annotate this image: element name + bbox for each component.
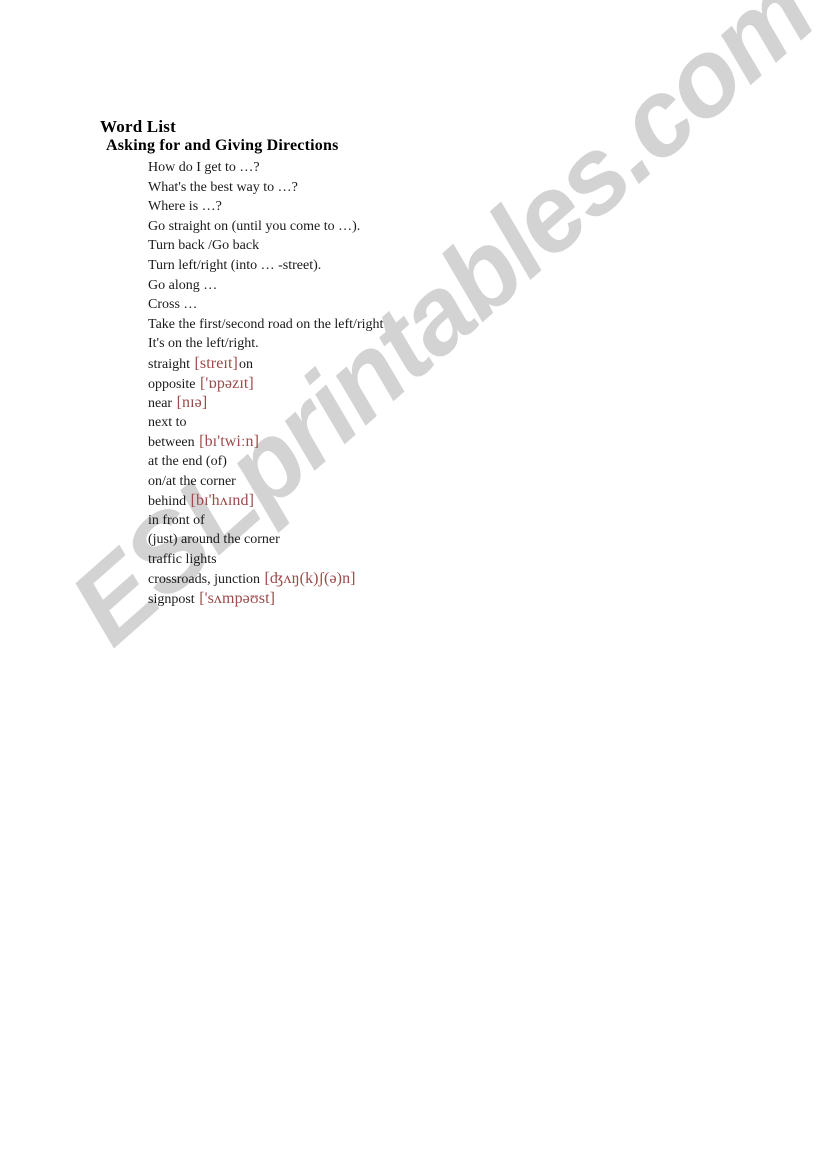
word-list-item-text: Turn left/right (into … -street). <box>148 257 322 273</box>
word-list-item: Take the first/second road on the left/r… <box>148 315 748 335</box>
phonetic-transcription: [streɪt] <box>194 354 238 372</box>
word-list-item-text: near <box>148 396 176 412</box>
phonetic-transcription: [nɪə] <box>176 394 208 412</box>
word-list-item: crossroads, junction [ʤʌŋ(k)ʃ(ə)n] <box>148 569 748 589</box>
word-list-item-text: next to <box>148 414 187 430</box>
word-list-item-text: Go straight on (until you come to …). <box>148 218 361 234</box>
word-list-item: at the end (of) <box>148 452 748 472</box>
word-list-item-text: Take the first/second road on the left/r… <box>148 316 384 332</box>
word-list-item-text: Cross … <box>148 297 198 313</box>
word-list-item-text: It's on the left/right. <box>148 336 259 352</box>
word-list-item: behind [bɪ'hʌɪnd] <box>148 491 748 511</box>
phonetic-transcription: [ʤʌŋ(k)ʃ(ə)n] <box>264 570 356 588</box>
phonetic-transcription: [bɪ'twiːn] <box>199 433 260 451</box>
phonetic-transcription: ['sʌmpəʊst] <box>199 590 276 608</box>
word-list-item-text: Go along … <box>148 277 218 293</box>
phonetic-transcription: [bɪ'hʌɪnd] <box>190 492 255 510</box>
word-list-item: near [nɪə] <box>148 393 748 413</box>
word-list-item: next to <box>148 413 748 433</box>
word-list-item-text: crossroads, junction <box>148 572 264 588</box>
phonetic-transcription: ['ɒpəzɪt] <box>199 374 254 392</box>
page-title: Word List <box>100 117 176 136</box>
word-list-item: It's on the left/right. <box>148 334 748 354</box>
word-list-item-text: at the end (of) <box>148 453 227 469</box>
word-list-item-text: behind <box>148 494 190 510</box>
word-list-item: signpost ['sʌmpəʊst] <box>148 589 748 609</box>
word-list-item: Go straight on (until you come to …). <box>148 217 748 237</box>
word-list-item: Where is …? <box>148 197 748 217</box>
word-list-item-text: Where is …? <box>148 199 222 215</box>
word-list-item: on/at the corner <box>148 472 748 492</box>
word-list-item-text: (just) around the corner <box>148 532 280 548</box>
word-list: How do I get to …? What's the best way to… <box>148 158 748 609</box>
word-list-item-text: What's the best way to …? <box>148 179 298 195</box>
word-list-item: Go along … <box>148 276 748 296</box>
word-list-item-text: on/at the corner <box>148 473 236 489</box>
word-list-item: Turn left/right (into … -street). <box>148 256 748 276</box>
word-list-item-text: traffic lights <box>148 551 217 567</box>
word-list-item: Turn back /Go back <box>148 236 748 256</box>
word-list-item: How do I get to …? <box>148 158 748 178</box>
word-list-item: opposite ['ɒpəzɪt] <box>148 374 748 394</box>
word-list-item-text: in front of <box>148 512 205 528</box>
word-list-item: (just) around the corner <box>148 530 748 550</box>
word-list-item: in front of <box>148 511 748 531</box>
word-list-item: Cross … <box>148 295 748 315</box>
word-list-item-text: opposite <box>148 376 199 392</box>
word-list-item: What's the best way to …? <box>148 178 748 198</box>
word-list-item-text: straight <box>148 356 194 372</box>
word-list-item-text: between <box>148 435 199 451</box>
word-list-item: between [bɪ'twiːn] <box>148 432 748 452</box>
word-list-item-tail: on <box>238 356 253 372</box>
word-list-item-text: signpost <box>148 592 199 608</box>
word-list-item-text: Turn back /Go back <box>148 238 260 254</box>
word-list-item: traffic lights <box>148 550 748 570</box>
word-list-item: straight [streɪt]on <box>148 354 748 374</box>
word-list-item-text: How do I get to …? <box>148 160 260 175</box>
worksheet-page: Word List Asking for and Giving Directio… <box>0 0 821 1169</box>
section-subtitle: Asking for and Giving Directions <box>106 137 339 154</box>
